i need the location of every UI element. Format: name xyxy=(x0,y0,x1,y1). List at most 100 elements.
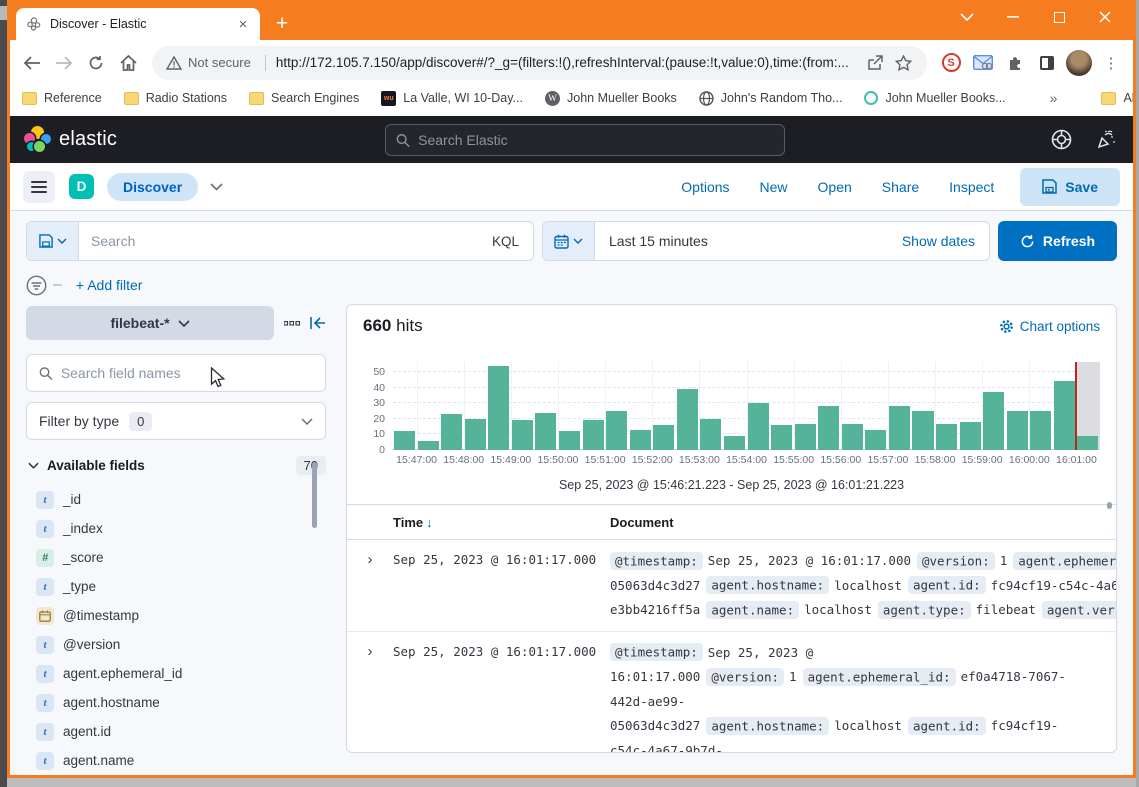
breadcrumb-chevron-icon[interactable] xyxy=(210,183,223,191)
filter-by-type-select[interactable]: Filter by type 0 xyxy=(26,402,326,440)
security-label[interactable]: Not secure xyxy=(188,55,251,70)
histogram-bar[interactable] xyxy=(748,403,769,450)
extension-s-icon[interactable]: S xyxy=(937,49,965,77)
histogram-bar[interactable] xyxy=(1007,411,1028,450)
query-search-input[interactable] xyxy=(79,233,478,249)
field-item[interactable]: #_score xyxy=(26,543,326,572)
histogram-bar[interactable] xyxy=(677,389,698,450)
histogram-bar[interactable] xyxy=(394,431,415,450)
share-icon[interactable] xyxy=(861,49,889,77)
bookmark-item[interactable]: WJohn Mueller Books xyxy=(545,91,677,106)
time-range-value[interactable]: Last 15 minutes xyxy=(595,233,902,249)
histogram-bar[interactable] xyxy=(700,419,721,450)
nav-link-share[interactable]: Share xyxy=(882,179,919,195)
bookmark-item[interactable]: John's Random Tho... xyxy=(699,91,843,106)
reload-button[interactable] xyxy=(82,49,110,77)
field-item[interactable]: @timestamp xyxy=(26,601,326,630)
expand-row-button[interactable]: › xyxy=(347,641,393,754)
histogram-bar[interactable] xyxy=(912,411,933,450)
field-search-box[interactable] xyxy=(26,354,326,392)
elastic-search-input[interactable] xyxy=(418,132,774,148)
window-minimize-button[interactable] xyxy=(990,4,1036,30)
field-item[interactable]: tagent.name xyxy=(26,746,326,775)
bookmark-item[interactable]: John Mueller Books... xyxy=(864,91,1005,105)
nav-link-options[interactable]: Options xyxy=(681,179,729,195)
bookmark-item[interactable]: Radio Stations xyxy=(124,91,227,105)
histogram-bar[interactable] xyxy=(559,431,580,450)
bookmark-item[interactable]: Search Engines xyxy=(249,91,359,105)
table-scrollbar[interactable] xyxy=(1107,502,1112,509)
window-chevron-icon[interactable] xyxy=(944,4,990,30)
elastic-global-search[interactable] xyxy=(385,124,785,156)
browser-menu-kebab-icon[interactable]: ⋮ xyxy=(1097,49,1125,77)
bookmark-item[interactable]: wuLa Valle, WI 10-Day... xyxy=(381,91,523,106)
sidebar-scrollbar[interactable] xyxy=(312,462,317,528)
histogram-bar[interactable] xyxy=(465,419,486,450)
window-maximize-button[interactable] xyxy=(1036,4,1082,30)
histogram-bar[interactable] xyxy=(936,424,957,450)
histogram-bar[interactable] xyxy=(771,425,792,450)
nav-link-open[interactable]: Open xyxy=(818,179,852,195)
extensions-puzzle-icon[interactable] xyxy=(1001,49,1029,77)
help-lifering-icon[interactable] xyxy=(1051,129,1072,150)
field-item[interactable]: t_index xyxy=(26,514,326,543)
url-text[interactable]: http://172.105.7.150/app/discover#/?_g=(… xyxy=(276,55,861,70)
field-item[interactable]: tagent.ephemeral_id xyxy=(26,659,326,688)
profile-avatar[interactable] xyxy=(1065,49,1093,77)
bookmarks-overflow-chevrons[interactable]: » xyxy=(1050,90,1058,106)
histogram-bar[interactable] xyxy=(1054,381,1075,450)
histogram-bar[interactable] xyxy=(630,430,651,450)
histogram-chart[interactable]: 01020304050 xyxy=(393,362,1100,450)
histogram-bar[interactable] xyxy=(418,441,439,450)
chart-options-button[interactable]: Chart options xyxy=(999,319,1100,334)
filter-menu-icon[interactable] xyxy=(26,275,47,296)
index-pattern-selector[interactable]: filebeat-* xyxy=(26,306,274,340)
home-button[interactable] xyxy=(114,49,142,77)
histogram-bar[interactable] xyxy=(960,422,981,450)
histogram-bar[interactable] xyxy=(1030,411,1051,450)
histogram-bar[interactable] xyxy=(488,366,509,450)
expand-row-button[interactable]: › xyxy=(347,549,393,623)
bookmark-star-icon[interactable] xyxy=(889,49,917,77)
newsfeed-party-icon[interactable] xyxy=(1096,129,1117,150)
histogram-bar[interactable] xyxy=(889,406,910,450)
discover-app-badge[interactable]: D xyxy=(69,174,94,199)
nav-link-new[interactable]: New xyxy=(760,179,788,195)
bookmark-item[interactable]: Reference xyxy=(22,91,102,105)
histogram-bar[interactable] xyxy=(606,411,627,450)
histogram-bar[interactable] xyxy=(512,420,533,450)
histogram-bar[interactable] xyxy=(441,414,462,450)
field-item[interactable]: t_type xyxy=(26,572,326,601)
histogram-bar[interactable] xyxy=(535,413,556,450)
tab-close-icon[interactable]: × xyxy=(234,15,252,33)
all-bookmarks-button[interactable]: All Bookmarks xyxy=(1101,91,1133,105)
histogram-bar[interactable] xyxy=(983,392,1004,450)
browser-tab[interactable]: Discover - Elastic × xyxy=(16,8,260,40)
url-bar[interactable]: Not secure http://172.105.7.150/app/disc… xyxy=(152,46,927,80)
breadcrumb-discover[interactable]: Discover xyxy=(107,173,198,201)
histogram-bar[interactable] xyxy=(583,420,604,450)
field-options-dots-icon[interactable] xyxy=(284,321,300,326)
histogram-bar[interactable] xyxy=(795,424,816,450)
side-panel-icon[interactable] xyxy=(1033,49,1061,77)
menu-hamburger-icon[interactable] xyxy=(23,171,55,203)
histogram-bar[interactable] xyxy=(724,436,745,450)
back-button[interactable] xyxy=(18,49,46,77)
field-item[interactable]: t@version xyxy=(26,630,326,659)
forward-button[interactable] xyxy=(50,49,78,77)
query-language-kql-button[interactable]: KQL xyxy=(478,234,533,249)
time-column-header[interactable]: Time↓ xyxy=(393,515,610,530)
collapse-sidebar-icon[interactable] xyxy=(310,317,326,329)
add-filter-button[interactable]: + Add filter xyxy=(76,277,143,293)
nav-link-inspect[interactable]: Inspect xyxy=(949,179,994,195)
field-item[interactable]: tagent.hostname xyxy=(26,688,326,717)
available-fields-header[interactable]: Available fields 70 xyxy=(26,456,326,475)
saved-query-menu-button[interactable] xyxy=(27,222,79,260)
new-tab-button[interactable]: + xyxy=(268,10,296,38)
field-item[interactable]: tagent.id xyxy=(26,717,326,746)
histogram-bar[interactable] xyxy=(653,425,674,450)
sort-desc-icon[interactable]: ↓ xyxy=(426,515,433,530)
histogram-bar[interactable] xyxy=(1077,436,1098,450)
date-picker-calendar-button[interactable] xyxy=(543,222,595,260)
save-button[interactable]: Save xyxy=(1020,168,1120,206)
